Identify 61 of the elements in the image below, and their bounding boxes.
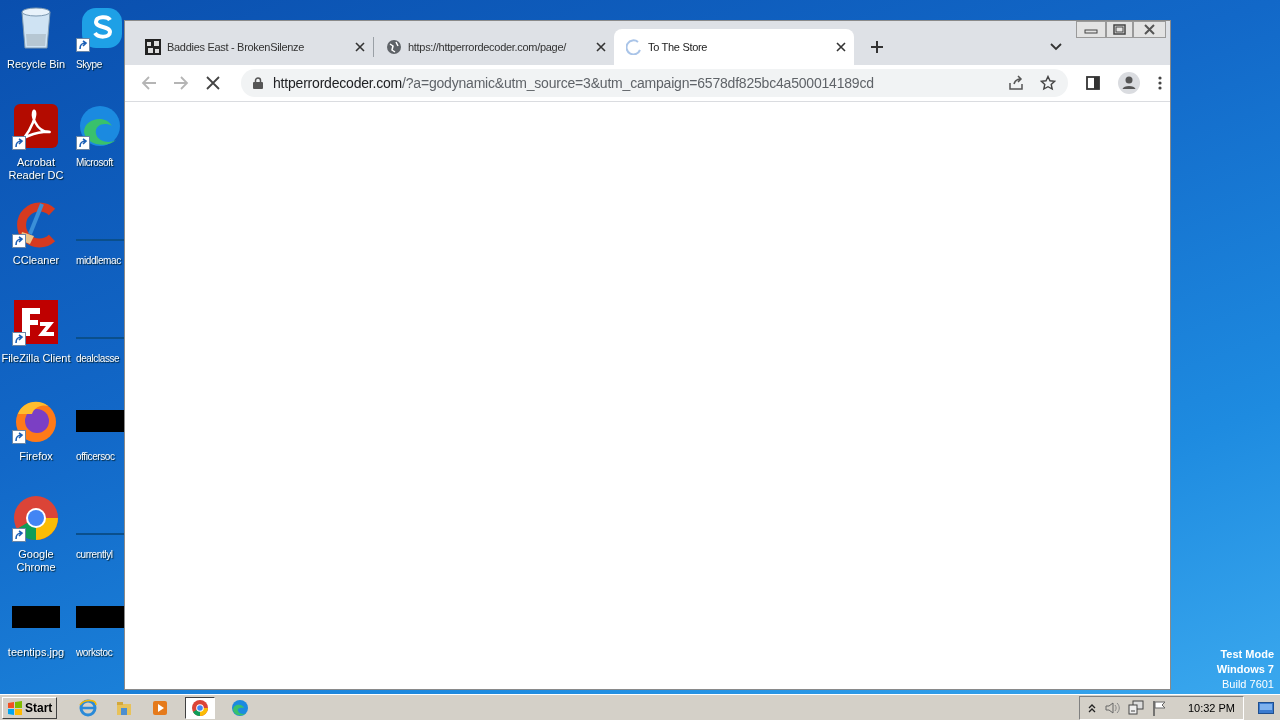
close-icon[interactable] <box>355 42 365 52</box>
filezilla-icon[interactable] <box>12 298 60 346</box>
shortcut-arrow-icon <box>76 38 90 52</box>
close-icon[interactable] <box>596 42 606 52</box>
icon-label[interactable]: Microsoft <box>76 156 113 169</box>
icon-label[interactable]: CCleaner <box>12 254 60 267</box>
flag-icon[interactable] <box>1151 699 1168 716</box>
loading-spinner-icon <box>626 39 642 55</box>
icon-label[interactable]: FileZilla Client <box>1 352 71 365</box>
media-player-icon <box>151 698 170 717</box>
chrome-icon[interactable] <box>12 494 60 542</box>
icon-label[interactable]: dealclasse <box>76 352 120 365</box>
address-bar[interactable]: httperrordecoder.com/?a=godynamic&utm_source=3&utm_campaign=6578df825bc4a500014189cd <box>241 69 1068 97</box>
profile-avatar-icon[interactable] <box>1118 72 1140 94</box>
shortcut-arrow-icon <box>12 528 26 542</box>
close-icon[interactable] <box>836 42 846 52</box>
more-menu-icon[interactable] <box>1158 76 1162 90</box>
network-icon[interactable] <box>1127 699 1144 716</box>
icon-label[interactable]: Firefox <box>19 450 53 463</box>
icon-label[interactable]: Skype <box>76 58 102 71</box>
close-icon[interactable] <box>1133 21 1166 38</box>
shortcut-arrow-icon <box>12 136 26 150</box>
shortcut-arrow-icon <box>12 332 26 346</box>
icon-label[interactable]: middlemac <box>76 254 121 267</box>
shortcut-arrow-icon <box>12 430 26 444</box>
lock-icon <box>253 77 263 89</box>
share-icon[interactable] <box>1008 75 1024 91</box>
icon-label[interactable]: Google Chrome <box>1 548 71 574</box>
star-icon[interactable] <box>1040 75 1056 91</box>
show-desktop-icon[interactable] <box>1258 701 1274 714</box>
browser-tab[interactable]: To The Store <box>614 29 854 65</box>
icon-label[interactable]: teentips.jpg <box>7 646 65 659</box>
restore-icon[interactable] <box>1106 21 1133 38</box>
icon-label[interactable]: officersoc <box>76 450 115 463</box>
test-mode-text: Windows 7 <box>1216 662 1274 677</box>
clock-time[interactable]: 10:32 PM <box>1187 701 1235 714</box>
url-text: httperrordecoder.com/?a=godynamic&utm_source=3&utm_campaign=6578df825bc4a500014189cd <box>273 75 874 91</box>
edge-icon <box>231 698 250 717</box>
browser-tab[interactable]: https://httperrordecoder.com/page/ <box>374 29 614 65</box>
acrobat-icon[interactable] <box>12 102 60 150</box>
taskbar-button[interactable] <box>185 696 216 719</box>
windows-logo-icon <box>7 700 23 715</box>
globe-icon <box>386 39 402 55</box>
site-favicon-icon <box>145 39 161 55</box>
icon-label[interactable]: Recycle Bin <box>6 58 66 71</box>
shortcut-arrow-icon <box>12 234 26 248</box>
test-mode-text: Build 7601 <box>1221 677 1274 692</box>
internet-explorer-icon <box>79 698 98 717</box>
side-panel-icon[interactable] <box>1086 76 1100 90</box>
start-button[interactable]: Start <box>2 696 58 719</box>
stop-icon[interactable] <box>205 75 221 91</box>
icon-label[interactable]: Acrobat Reader DC <box>1 156 71 182</box>
chrome-icon <box>191 698 210 717</box>
shortcut-arrow-icon <box>76 136 90 150</box>
icon-label[interactable]: workstoc <box>76 646 113 659</box>
new-tab-icon[interactable] <box>870 40 884 54</box>
show-hidden-icons-icon[interactable] <box>1087 702 1096 713</box>
icon-label[interactable]: currentlyl <box>76 548 113 561</box>
browser-tab[interactable]: Baddies East - BrokenSilenze <box>133 29 373 65</box>
test-mode-text: Test Mode <box>1219 647 1274 662</box>
tab-search-icon[interactable] <box>1050 43 1062 51</box>
